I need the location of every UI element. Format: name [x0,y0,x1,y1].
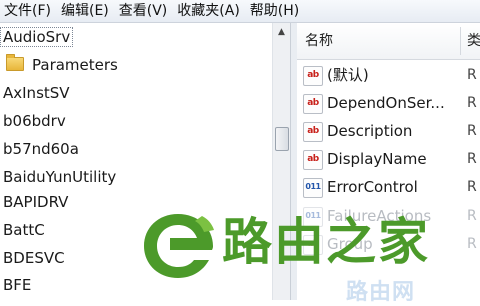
tree-item-bapidrv[interactable]: BAPIDRV [3,190,68,214]
list-item[interactable]: 011 ErrorControl R [297,173,480,201]
router-logo-icon [144,214,214,278]
tree-item-bfe[interactable]: BFE [3,273,31,297]
tree-item-label: b06bdrv [3,112,66,130]
value-type: R [467,95,477,111]
string-value-icon: ab [303,66,323,86]
tree-item-label: BattC [3,221,45,239]
menu-favorites[interactable]: 收藏夹(A) [173,0,244,22]
column-header-type[interactable]: 类 [467,23,480,59]
tree-item-label: BDESVC [3,249,65,267]
tree-item-label: BFE [3,276,32,294]
menu-file[interactable]: 文件(F) [0,0,55,22]
menu-bar: 文件(F) 编辑(E) 查看(V) 收藏夹(A) 帮助(H) [0,0,480,23]
binary-value-icon: 011 [303,178,323,198]
watermark: 路由之家 路由网 [136,202,480,305]
value-type: R [467,123,477,139]
list-item[interactable]: ab (默认) R [297,61,480,89]
tree-item-label: Parameters [32,56,118,74]
string-value-icon: ab [303,94,323,114]
value-type: R [467,67,477,83]
list-header: 名称 类 [297,23,480,60]
tree-item-bdesvc[interactable]: BDESVC [3,246,65,270]
tree-item-label: AudioSrv [0,27,74,47]
value-name: DisplayName [327,150,427,168]
tree-item-audiosrv[interactable]: AudioSrv [0,25,74,49]
string-value-icon: ab [303,122,323,142]
tree-item-label: AxInstSV [3,84,70,102]
menu-view[interactable]: 查看(V) [115,0,172,22]
tree-item-b57nd60a[interactable]: b57nd60a [3,137,79,161]
column-header-name[interactable]: 名称 [305,23,333,59]
value-type: R [467,179,477,195]
tree-item-label: b57nd60a [3,140,79,158]
menu-edit[interactable]: 编辑(E) [57,0,113,22]
value-name: DependOnSer... [327,94,445,112]
list-item[interactable]: ab DisplayName R [297,145,480,173]
tree-item-baiduyunutility[interactable]: BaiduYunUtility [3,165,116,189]
folder-icon [6,54,24,71]
tree-item-axinstsv[interactable]: AxInstSV [3,81,70,105]
scrollbar-thumb[interactable] [275,127,289,151]
value-name: Description [327,122,413,140]
watermark-subtext: 路由网 [346,280,416,305]
tree-item-parameters[interactable]: Parameters [0,53,118,77]
tree-item-label: BAPIDRV [3,193,69,211]
tree-item-b06bdrv[interactable]: b06bdrv [3,109,66,133]
string-value-icon: ab [303,150,323,170]
menu-help[interactable]: 帮助(H) [246,0,303,22]
column-divider[interactable] [460,27,461,55]
scroll-up-icon[interactable]: ▲ [273,23,290,40]
list-item[interactable]: ab DependOnSer... R [297,89,480,117]
tree-item-battc[interactable]: BattC [3,218,45,242]
watermark-text: 路由之家 [222,213,430,271]
value-name: (默认) [327,66,369,84]
tree-item-label: BaiduYunUtility [3,168,117,186]
list-item[interactable]: ab Description R [297,117,480,145]
value-type: R [467,151,477,167]
value-name: ErrorControl [327,178,418,196]
